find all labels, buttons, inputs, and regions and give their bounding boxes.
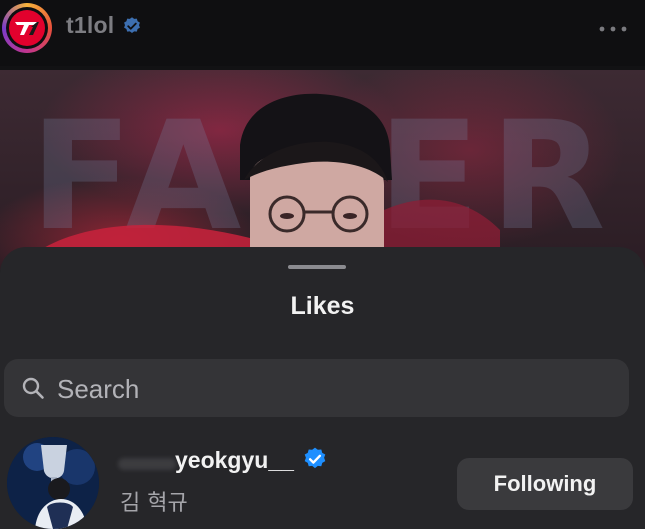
search-icon bbox=[22, 377, 44, 399]
avatar[interactable] bbox=[7, 437, 99, 529]
account-avatar[interactable] bbox=[2, 3, 52, 53]
username-prefix-redaction bbox=[118, 458, 176, 470]
verified-badge-icon bbox=[124, 17, 140, 33]
more-options-icon[interactable] bbox=[599, 26, 627, 32]
following-button[interactable]: Following bbox=[457, 458, 633, 510]
instagram-screen: t1lol FAKER bbox=[0, 0, 645, 529]
liker-username[interactable]: yeokgyu__ bbox=[175, 447, 294, 474]
list-item[interactable]: yeokgyu__ 김 혁규 Following bbox=[0, 435, 645, 529]
liker-full-name: 김 혁규 bbox=[120, 491, 188, 516]
search-input[interactable]: Search bbox=[4, 359, 629, 417]
search-placeholder: Search bbox=[57, 374, 140, 404]
likes-sheet: Likes Search yeokgyu__ 김 혁규 Following bbox=[0, 247, 645, 529]
post-username[interactable]: t1lol bbox=[66, 12, 114, 39]
sheet-title: Likes bbox=[290, 292, 355, 320]
t1-logo-icon bbox=[9, 10, 45, 46]
sheet-drag-handle[interactable] bbox=[288, 265, 346, 269]
player-portrait bbox=[40, 93, 500, 270]
post-header: t1lol bbox=[0, 0, 645, 66]
verified-badge-icon bbox=[304, 447, 326, 469]
post-image[interactable]: FAKER bbox=[0, 70, 645, 270]
